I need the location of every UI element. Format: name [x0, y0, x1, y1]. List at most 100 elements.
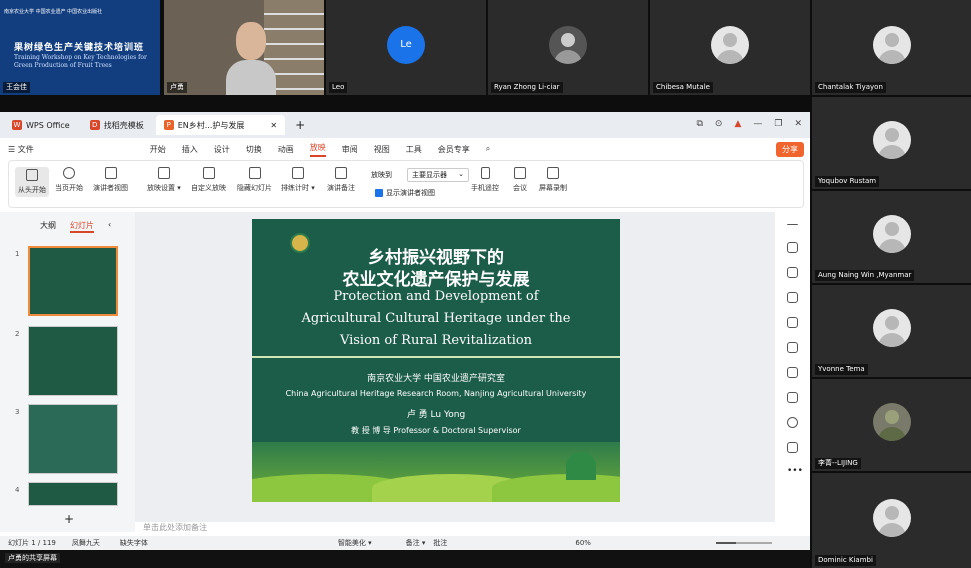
zoom-level[interactable]: 60% — [575, 539, 591, 547]
share-icon[interactable] — [787, 392, 798, 403]
notes-area[interactable]: 单击此处添加备注 — [135, 522, 775, 536]
display-select[interactable]: 主要显示器 ⌄ — [407, 168, 469, 182]
menu-design[interactable]: 设计 — [214, 144, 230, 155]
screen-record-button[interactable]: 屏幕录制 — [539, 167, 567, 193]
avatar — [711, 25, 749, 64]
new-tab-icon[interactable]: + — [295, 118, 305, 132]
menu-transition[interactable]: 切换 — [246, 144, 262, 155]
tab-templates[interactable]: D 找稻壳模板 — [82, 115, 152, 135]
phone-remote-button[interactable]: 手机遥控 — [471, 167, 499, 193]
menu-insert[interactable]: 插入 — [182, 144, 198, 155]
slideshow-settings-button[interactable]: 放映设置 ▾ — [147, 167, 181, 193]
avatar — [872, 498, 911, 537]
custom-show-button[interactable]: 自定义放映 — [191, 167, 226, 193]
current-slide[interactable]: 乡村振兴视野下的 农业文化遗产保护与发展 Protection and Deve… — [252, 219, 620, 502]
video-tile-side[interactable]: Yoqubov Rustam — [812, 97, 971, 189]
video-tile-side[interactable]: Aung Naing Win ,Myanmar — [812, 191, 971, 283]
participant-name: Ryan Zhong Li-ciar — [491, 82, 563, 93]
copy-icon[interactable] — [787, 292, 798, 303]
video-tile-banner[interactable]: 南京农业大学 中国农业遗产 中国农业出版社 果树绿色生产关键技术培训班 Trai… — [0, 0, 160, 95]
edit-icon[interactable] — [787, 317, 798, 328]
star-icon[interactable] — [787, 267, 798, 278]
play-icon — [26, 169, 38, 181]
close-icon[interactable]: ✕ — [270, 121, 277, 130]
play-current-button[interactable]: 当页开始 — [55, 167, 83, 193]
slide-thumbnail[interactable] — [28, 404, 118, 474]
tab-presentation[interactable]: P EN乡村...护与发展 ✕ — [155, 115, 286, 135]
add-slide-icon[interactable]: + — [64, 512, 74, 526]
share-button[interactable]: 分享 — [776, 142, 804, 157]
video-tile-side[interactable]: 李菁--LIJING — [812, 379, 971, 471]
avatar: Le — [387, 25, 425, 64]
slide-title-en-2: Agricultural Cultural Heritage under the — [301, 311, 571, 326]
search-icon[interactable]: ⌕ — [486, 144, 490, 154]
tab-slides[interactable]: 幻灯片 — [70, 220, 94, 233]
slide-title-cn-2: 农业文化遗产保护与发展 — [342, 270, 530, 290]
video-tile-leo[interactable]: Le Leo — [326, 0, 486, 95]
theme-name[interactable]: 凤舞九天 — [72, 538, 100, 548]
help-icon[interactable] — [787, 417, 798, 428]
participant-name: Yvonne Tema — [815, 364, 868, 375]
video-tile-chibesa[interactable]: Chibesa Mutale — [650, 0, 810, 95]
slide-thumbnail[interactable] — [28, 246, 118, 316]
timer-icon — [291, 167, 304, 179]
slide-thumbnail[interactable] — [28, 482, 118, 506]
notes-toggle[interactable]: 备注 ▾ — [406, 538, 426, 548]
menu-slideshow[interactable]: 放映 — [309, 142, 326, 157]
rehearse-timing-button[interactable]: 排练计时 ▾ — [281, 167, 315, 193]
panel-tabs: 大纲 幻灯片 ‹ — [40, 220, 111, 233]
tab-outline[interactable]: 大纲 — [40, 220, 56, 233]
settings-icon[interactable] — [787, 242, 798, 253]
window-control-0[interactable]: ⧉ — [696, 119, 702, 129]
right-toolbar: ••• — [775, 212, 810, 532]
presenter-view-button[interactable]: 演讲者视图 — [93, 167, 128, 193]
missing-font[interactable]: 缺失字体 — [120, 538, 148, 548]
menu-tools[interactable]: 工具 — [406, 144, 422, 155]
button-label: 手机遥控 — [471, 184, 499, 192]
smart-beautify[interactable]: 智能美化 ▾ — [338, 538, 372, 548]
video-tile-presenter[interactable]: 卢勇 — [164, 0, 324, 95]
button-label: 当页开始 — [55, 184, 83, 192]
collapse-icon[interactable]: ‹ — [108, 220, 111, 233]
meeting-button[interactable]: 会议 — [513, 167, 527, 193]
more-icon[interactable]: ••• — [787, 467, 803, 478]
window-control-1[interactable]: ⊙ — [715, 119, 723, 129]
minus-icon[interactable] — [787, 224, 798, 226]
slide-title-en-1: Protection and Development of — [333, 289, 539, 304]
window-control-2[interactable]: ▲ — [734, 119, 741, 129]
zoom-slider[interactable] — [716, 542, 772, 544]
video-tile-chantalak[interactable]: Chantalak Tiyayon — [812, 0, 971, 95]
hide-icon — [248, 167, 261, 179]
participant-name: Yoqubov Rustam — [815, 176, 880, 187]
presenter-view-checkbox[interactable]: 显示演讲者视图 — [375, 188, 435, 198]
menu-member[interactable]: 会员专享 — [438, 144, 470, 155]
farm-illustration — [252, 442, 620, 502]
minimize-icon[interactable]: — — [753, 119, 762, 129]
play-from-start-button[interactable]: 从头开始 — [15, 167, 49, 197]
restore-icon[interactable]: ❐ — [774, 119, 782, 129]
menu-view[interactable]: 视图 — [374, 144, 390, 155]
slide-thumbnail[interactable] — [28, 326, 118, 396]
comments-toggle[interactable]: 批注 — [433, 538, 447, 548]
video-tile-side[interactable]: Dominic Kiambi — [812, 473, 971, 568]
menu-animation[interactable]: 动画 — [278, 144, 294, 155]
menu-review[interactable]: 审阅 — [342, 144, 358, 155]
close-window-icon[interactable]: ✕ — [794, 119, 802, 129]
ribbon-toolbar: 从头开始 当页开始 演讲者视图 放映设置 ▾ 自定义放映 隐藏幻灯片 排练计时 … — [8, 160, 804, 208]
video-tile-side[interactable]: Yvonne Tema — [812, 285, 971, 377]
avatar-initial: Le — [400, 38, 412, 50]
play-icon — [63, 167, 75, 179]
menu-file[interactable]: ☰ 文件 — [8, 144, 34, 155]
phone-icon — [480, 167, 490, 179]
button-label: 从头开始 — [18, 186, 46, 194]
hide-slide-button[interactable]: 隐藏幻灯片 — [237, 167, 272, 193]
status-bar: 幻灯片 1 / 119 凤舞九天 缺失字体 智能美化 ▾ 备注 ▾ 批注 60% — [0, 536, 810, 550]
tab-label: EN乡村...护与发展 — [177, 120, 245, 130]
book-icon[interactable] — [787, 367, 798, 378]
speaker-notes-button[interactable]: 演讲备注 — [327, 167, 355, 193]
shield-icon[interactable] — [787, 442, 798, 453]
tab-wps-office[interactable]: W WPS Office — [4, 115, 78, 135]
menu-home[interactable]: 开始 — [150, 144, 166, 155]
video-tile-ryan[interactable]: Ryan Zhong Li-ciar — [488, 0, 648, 95]
tools-icon[interactable] — [787, 342, 798, 353]
